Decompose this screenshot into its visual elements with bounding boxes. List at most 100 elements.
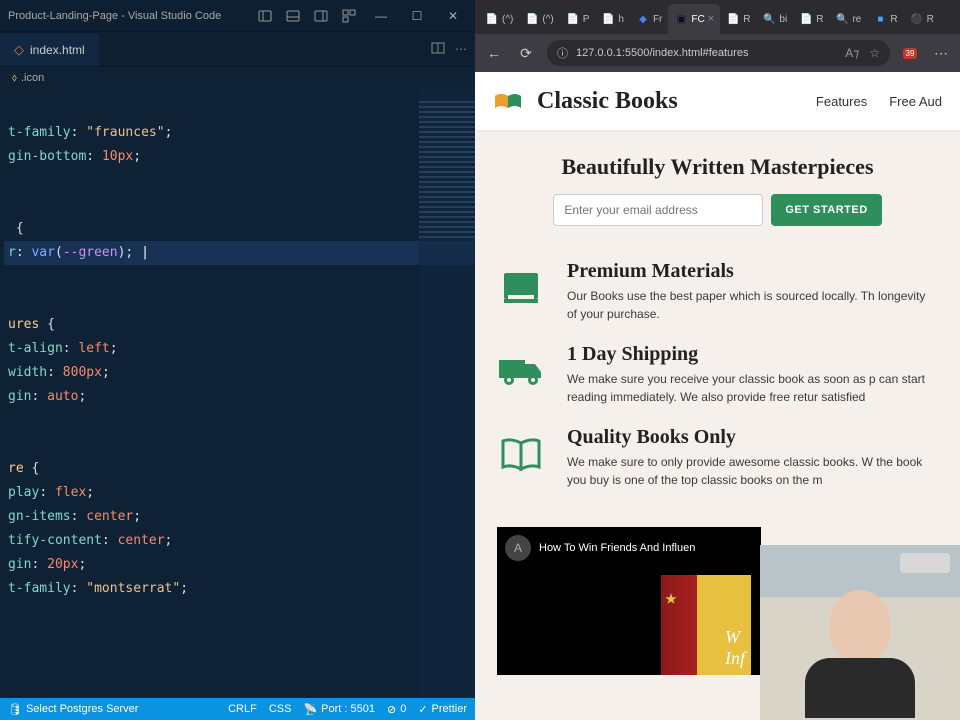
browser-tab[interactable]: ⚫R bbox=[904, 4, 940, 34]
code-line: gin: 20px; bbox=[4, 553, 475, 577]
browser-tab[interactable]: 📄h bbox=[595, 4, 630, 34]
feature-title: Quality Books Only bbox=[567, 426, 938, 449]
code-line bbox=[4, 265, 475, 289]
favicon-icon: 📄 bbox=[799, 12, 813, 26]
minimap[interactable] bbox=[419, 89, 475, 698]
video-title-bar: A How To Win Friends And Influen bbox=[505, 535, 695, 561]
github-icon: ⚫ bbox=[910, 12, 924, 26]
tab-index-html[interactable]: ◇ index.html bbox=[0, 32, 99, 66]
signup-form: GET STARTED bbox=[493, 194, 942, 226]
tab-label: index.html bbox=[30, 43, 85, 57]
code-line bbox=[4, 289, 475, 313]
menu-button[interactable]: ⋯ bbox=[930, 45, 952, 62]
layout-right-icon[interactable] bbox=[311, 6, 331, 26]
layout-bottom-icon[interactable] bbox=[283, 6, 303, 26]
ceiling-fan bbox=[900, 553, 950, 573]
browser-tab[interactable]: 📄(^) bbox=[519, 4, 559, 34]
minimize-button[interactable]: — bbox=[367, 2, 395, 30]
code-line: gin: auto; bbox=[4, 385, 475, 409]
status-language[interactable]: CSS bbox=[269, 703, 292, 715]
favicon-icon: 🔍 bbox=[762, 12, 776, 26]
nav-free-audio[interactable]: Free Aud bbox=[889, 94, 942, 109]
window-title: Product-Landing-Page - Visual Studio Cod… bbox=[8, 10, 221, 22]
customize-layout-icon[interactable] bbox=[339, 6, 359, 26]
code-line: tify-content: center; bbox=[4, 529, 475, 553]
browser-tab[interactable]: 🔍bi bbox=[756, 4, 793, 34]
code-line bbox=[4, 409, 475, 433]
browser-tab[interactable]: 📄R bbox=[720, 4, 756, 34]
close-icon[interactable]: × bbox=[708, 13, 714, 25]
channel-avatar[interactable]: A bbox=[505, 535, 531, 561]
feature-quality: Quality Books Only We make sure to only … bbox=[497, 426, 938, 489]
edge-browser: 📄(^) 📄(^) 📄P 📄h ◆Fr ▣FC× 📄R 🔍bi 📄R 🔍re ■… bbox=[475, 0, 960, 720]
favicon-icon: 📄 bbox=[601, 12, 615, 26]
get-started-button[interactable]: GET STARTED bbox=[771, 194, 881, 226]
code-line: play: flex; bbox=[4, 481, 475, 505]
status-errors[interactable]: ⊘ 0 bbox=[387, 703, 406, 716]
feature-title: 1 Day Shipping bbox=[567, 343, 938, 366]
status-port[interactable]: 📡 Port : 5501 bbox=[303, 703, 375, 716]
browser-tab[interactable]: 📄R bbox=[793, 4, 829, 34]
status-prettier[interactable]: ✓ Prettier bbox=[418, 703, 467, 716]
logo[interactable]: Classic Books bbox=[493, 88, 678, 115]
status-postgres[interactable]: 🛢 Select Postgres Server bbox=[8, 703, 138, 716]
webpage: Classic Books Features Free Aud Beautifu… bbox=[475, 72, 960, 720]
book-logo-icon bbox=[493, 90, 523, 112]
code-line: ures { bbox=[4, 313, 475, 337]
feature-premium-materials: Premium Materials Our Books use the best… bbox=[497, 260, 938, 323]
code-line: gin-bottom: 10px; bbox=[4, 145, 475, 169]
code-line bbox=[4, 169, 475, 193]
more-actions-icon[interactable]: ⋯ bbox=[455, 42, 467, 56]
webcam-overlay bbox=[760, 545, 960, 720]
browser-tab[interactable]: ■R bbox=[867, 4, 903, 34]
nav-features[interactable]: Features bbox=[816, 94, 867, 109]
email-input[interactable] bbox=[553, 194, 763, 226]
favicon-icon: 📄 bbox=[485, 12, 499, 26]
editor-tabs: ◇ index.html ⋯ bbox=[0, 32, 475, 67]
refresh-button[interactable]: ⟳ bbox=[515, 45, 537, 62]
code-line bbox=[4, 97, 475, 121]
back-button[interactable]: ← bbox=[483, 45, 505, 61]
site-info-icon[interactable]: ⓘ bbox=[557, 45, 568, 61]
browser-tab[interactable]: ◆Fr bbox=[630, 4, 668, 34]
status-eol[interactable]: CRLF bbox=[228, 703, 257, 715]
read-aloud-icon[interactable]: A⁊ bbox=[845, 46, 859, 60]
address-bar[interactable]: ⓘ 127.0.0.1:5500/index.html#features A⁊ … bbox=[547, 40, 890, 66]
layout-left-icon[interactable] bbox=[255, 6, 275, 26]
css-class-icon: ⬨ bbox=[12, 72, 17, 85]
browser-tabs: 📄(^) 📄(^) 📄P 📄h ◆Fr ▣FC× 📄R 🔍bi 📄R 🔍re ■… bbox=[475, 0, 960, 34]
vscode-titlebar: Product-Landing-Page - Visual Studio Cod… bbox=[0, 0, 475, 32]
code-line: re { bbox=[4, 457, 475, 481]
code-line: t-align: left; bbox=[4, 337, 475, 361]
tab-actions: ⋯ bbox=[423, 32, 475, 66]
favicon-icon: 🔍 bbox=[835, 12, 849, 26]
browser-tab[interactable]: 📄P bbox=[560, 4, 596, 34]
favicon-icon: ◆ bbox=[636, 12, 650, 26]
url-text: 127.0.0.1:5500/index.html#features bbox=[576, 47, 748, 59]
breadcrumb-item: .icon bbox=[21, 72, 44, 84]
favicon-icon: 📄 bbox=[726, 12, 740, 26]
titlebar-controls: — ☐ ✕ bbox=[255, 2, 467, 30]
close-button[interactable]: ✕ bbox=[439, 2, 467, 30]
feature-desc: We make sure to only provide awesome cla… bbox=[567, 453, 938, 489]
vscode-window: Product-Landing-Page - Visual Studio Cod… bbox=[0, 0, 475, 720]
brand-name: Classic Books bbox=[537, 88, 678, 115]
html-file-icon: ◇ bbox=[14, 42, 24, 58]
browser-toolbar: ← ⟳ ⓘ 127.0.0.1:5500/index.html#features… bbox=[475, 34, 960, 72]
feature-desc: Our Books use the best paper which is so… bbox=[567, 287, 938, 323]
favorite-icon[interactable]: ☆ bbox=[869, 46, 880, 60]
maximize-button[interactable]: ☐ bbox=[403, 2, 431, 30]
code-line: t-family: "fraunces"; bbox=[4, 121, 475, 145]
favicon-icon: 📄 bbox=[525, 12, 539, 26]
browser-tab-active[interactable]: ▣FC× bbox=[668, 4, 720, 34]
code-line bbox=[4, 193, 475, 217]
code-line: width: 800px; bbox=[4, 361, 475, 385]
split-editor-icon[interactable] bbox=[431, 41, 445, 58]
code-line bbox=[4, 433, 475, 457]
breadcrumb[interactable]: ⬨ .icon bbox=[0, 67, 475, 89]
code-editor[interactable]: t-family: "fraunces"; gin-bottom: 10px; … bbox=[0, 89, 475, 698]
video-player[interactable]: A How To Win Friends And Influen WInf bbox=[497, 527, 761, 675]
browser-tab[interactable]: 🔍re bbox=[829, 4, 867, 34]
extension-ublock[interactable]: 39 bbox=[900, 43, 920, 63]
browser-tab[interactable]: 📄(^) bbox=[479, 4, 519, 34]
